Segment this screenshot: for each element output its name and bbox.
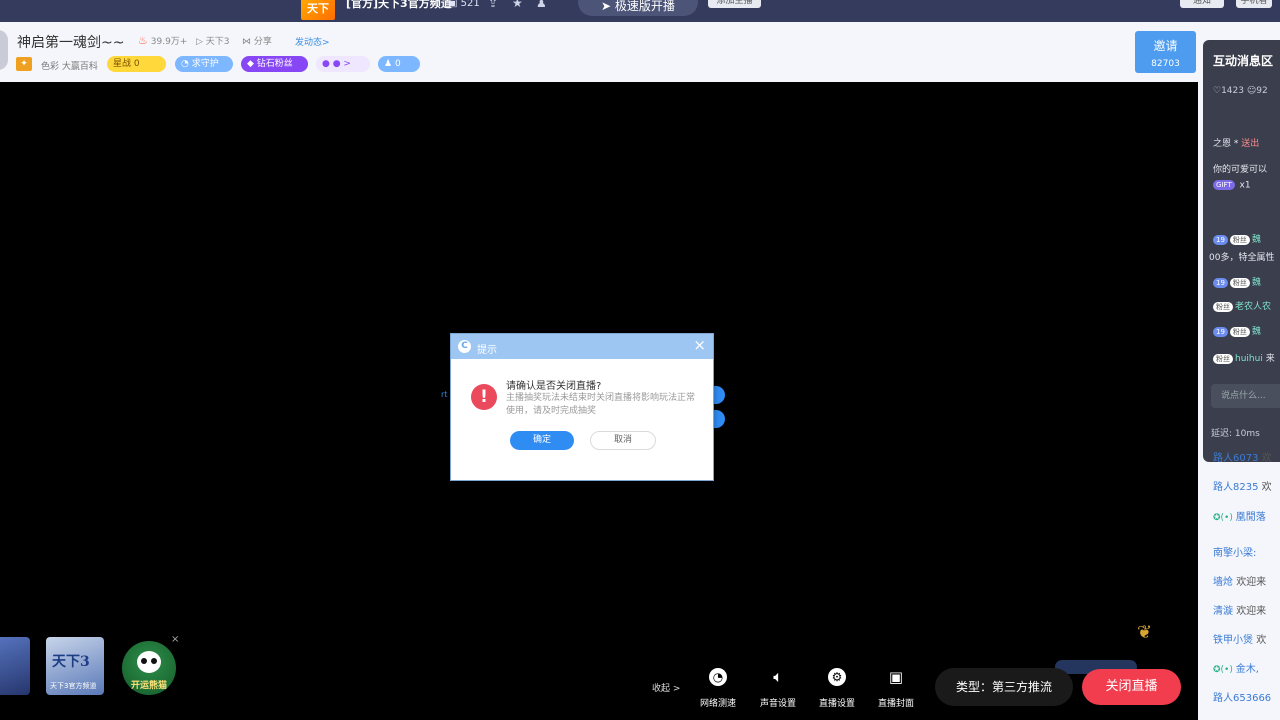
dialog-description: 主播抽奖玩法未结束时关闭直播将影响玩法正常使用，请及时完成抽奖	[506, 393, 696, 416]
lightning-icon: ➤	[601, 0, 615, 13]
chat-message: 19 粉丝魏	[1213, 275, 1261, 288]
viewer-entry: ✪(•) 凰閒落	[1213, 512, 1266, 523]
gift-icon[interactable]: ✦	[16, 57, 32, 71]
invite-button[interactable]: 邀请 82703	[1135, 31, 1196, 73]
chat-message: GIFT x1	[1213, 180, 1251, 191]
close-icon[interactable]: ×	[693, 337, 706, 354]
chat-stats: ♡1423 ☺92	[1213, 86, 1268, 96]
chat-message: 粉丝 老农人农	[1213, 299, 1271, 312]
viewer-entry: 铁甲小煲 欢	[1213, 635, 1267, 646]
play-icon: ▷	[196, 37, 206, 47]
noble-pill[interactable]: ● ● >	[316, 56, 370, 72]
chat-message: 19 粉丝魏	[1213, 324, 1261, 337]
share-icon: ⋈	[242, 37, 254, 47]
camera-icon: ▣	[888, 668, 904, 686]
chat-header: 互动消息区	[1213, 54, 1274, 68]
guard-pill[interactable]: ◔ 求守护	[175, 56, 233, 72]
channel-name: [官方]天下3官方频道	[346, 0, 452, 10]
notice-button[interactable]: 通知	[1180, 0, 1224, 8]
chat-message: 粉丝 huihui 来	[1213, 351, 1275, 364]
room-title[interactable]: 神启第一魂剑~~	[17, 32, 124, 52]
dialog-question: 请确认是否关闭直播?	[506, 381, 602, 392]
right-panel: 互动消息区 ♡1423 ☺92 之恩 * 送出 你的可爱可以 GIFT x1 1…	[1198, 22, 1280, 720]
chat-latency: 延迟: 10ms	[1211, 429, 1260, 439]
interaction-message-area: 互动消息区 ♡1423 ☺92 之恩 * 送出 你的可爱可以 GIFT x1 1…	[1203, 40, 1280, 462]
gift-icon: GIFT	[1213, 180, 1235, 190]
medal-icon: ✪(•)	[1213, 513, 1236, 523]
channel-viewers: ▣ 521	[448, 0, 480, 9]
fire-icon: ♨	[138, 34, 148, 47]
star-battle-pill[interactable]: 星战 0	[107, 56, 166, 72]
post-dynamic-link[interactable]: 发动态>	[295, 35, 330, 48]
viewer-entry: 清漩 欢迎来	[1213, 606, 1267, 617]
dialog-title: 提示	[477, 345, 497, 356]
viewer-entry: 路人8235 欢	[1213, 482, 1272, 493]
top-bar: 天下 [官方]天下3官方频道 ▣ 521 ⇪ ★ ♟ ➤ 极速版开播 添加主播 …	[0, 0, 1280, 22]
viewer-entry: 墙炝 欢迎来	[1213, 577, 1267, 588]
panda-icon	[137, 651, 161, 673]
sound-settings-button[interactable]: 🔈︎ 声音设置	[753, 667, 803, 710]
user-icon: ♟	[384, 59, 395, 69]
close-icon[interactable]: ×	[171, 634, 179, 645]
phone-watch-button[interactable]: 手机看	[1236, 0, 1272, 8]
confirm-button[interactable]: 确定	[510, 431, 574, 450]
noble-icon: ● ● >	[322, 59, 351, 69]
diamond-icon: ◆	[247, 59, 257, 69]
room-info-bar: 神启第一魂剑~~ ♨ 39.9万+ ▷ 天下3 ⋈ 分享 发动态> ✦ 色彩 大…	[0, 22, 1198, 82]
dialog-header: C 提示 ×	[451, 334, 713, 359]
live-cover-button[interactable]: ▣ 直播封面	[871, 668, 921, 709]
collapse-button[interactable]: 收起 >	[652, 681, 680, 694]
user-icon: ▣	[448, 0, 461, 9]
stream-type-label: 类型：第三方推流	[935, 668, 1073, 706]
quick-start-button[interactable]: ➤ 极速版开播	[578, 0, 698, 16]
cancel-button[interactable]: 取消	[590, 431, 656, 450]
chat-message: 00多，特全属性	[1209, 253, 1275, 263]
close-live-confirm-dialog: C 提示 × ! 请确认是否关闭直播? 主播抽奖玩法未结束时关闭直播将影响玩法正…	[450, 333, 714, 481]
chat-message: 19 粉丝魏	[1213, 232, 1261, 245]
viewer-entry: 南擎小梁:	[1213, 548, 1257, 559]
speedometer-icon: ◔	[709, 668, 727, 686]
share-button[interactable]: ⋈ 分享	[242, 34, 272, 47]
activity-thumbnail[interactable]: 天下3 天下3官方频道	[46, 637, 104, 695]
upload-icon[interactable]: ⇪	[488, 0, 498, 9]
viewer-entry: ✪(•) 金木,	[1213, 664, 1259, 675]
app-logo-icon: C	[458, 340, 471, 353]
live-settings-button[interactable]: ⚙ 直播设置	[812, 668, 862, 709]
heat-count: ♨ 39.9万+	[138, 34, 188, 47]
fans-pill[interactable]: ◆ 钻石粉丝	[241, 56, 308, 72]
gear-icon: ⚙	[828, 668, 846, 686]
chat-message: 之恩 * 送出	[1213, 139, 1260, 149]
medal-icon: ✪(•)	[1213, 665, 1236, 675]
chat-message: 你的可爱可以	[1213, 165, 1268, 175]
network-test-button[interactable]: ◔ 网络测速	[693, 668, 743, 709]
users-icon[interactable]: ♟	[536, 0, 547, 9]
channel-logo: 天下	[301, 0, 335, 20]
lucky-panda-thumbnail[interactable]: 开运熊猫	[122, 641, 176, 695]
add-host-button[interactable]: 添加主播	[708, 0, 761, 8]
viewer-entry: 路人6073 欢	[1213, 453, 1272, 464]
speaker-icon: 🔈︎	[773, 667, 783, 686]
activity-thumbnail[interactable]	[0, 637, 30, 695]
room-users-pill[interactable]: ♟ 0	[378, 56, 420, 72]
close-live-button[interactable]: 关闭直播	[1082, 669, 1181, 705]
warning-icon: !	[471, 384, 497, 410]
guard-icon: ◔	[181, 59, 192, 69]
video-edge-text: rt	[441, 390, 448, 399]
chat-input[interactable]: 说点什么...	[1211, 384, 1280, 408]
gift-decoration-icon[interactable]: ❦	[1137, 622, 1152, 643]
app-window: 天下 [官方]天下3官方频道 ▣ 521 ⇪ ★ ♟ ➤ 极速版开播 添加主播 …	[0, 0, 1280, 720]
game-tag[interactable]: ▷ 天下3	[196, 34, 230, 47]
room-category: 色彩 大赢百科	[41, 62, 98, 72]
star-icon[interactable]: ★	[512, 0, 523, 9]
avatar[interactable]	[0, 30, 8, 70]
viewer-entry: 路人653666	[1213, 693, 1272, 704]
